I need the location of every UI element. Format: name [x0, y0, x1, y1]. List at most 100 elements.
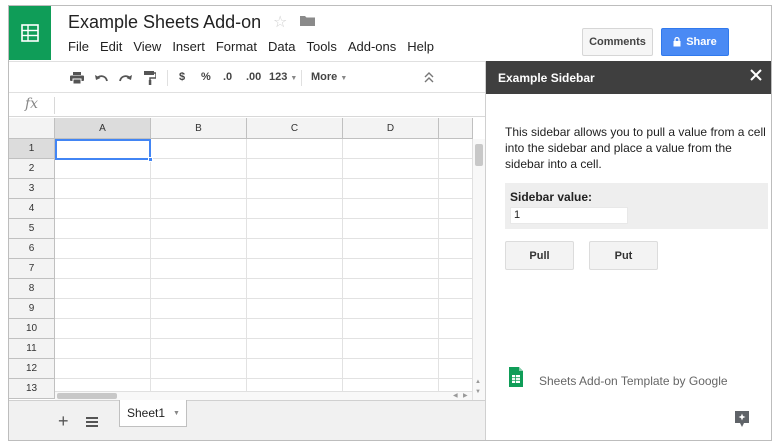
grid-cell[interactable]	[55, 319, 151, 339]
menu-data[interactable]: Data	[264, 39, 299, 54]
row-header[interactable]: 5	[9, 219, 55, 239]
column-header-e[interactable]	[439, 118, 473, 139]
grid-cell[interactable]	[343, 159, 439, 179]
vertical-scrollbar[interactable]: ▲ ▼	[472, 139, 485, 400]
grid-cell[interactable]	[55, 279, 151, 299]
percent-format-button[interactable]: %	[201, 70, 211, 84]
row-header[interactable]: 9	[9, 299, 55, 319]
grid-cell[interactable]	[343, 299, 439, 319]
all-sheets-list-icon[interactable]	[86, 417, 98, 427]
row-header[interactable]: 3	[9, 179, 55, 199]
share-button[interactable]: Share	[661, 28, 729, 56]
print-icon[interactable]	[70, 72, 84, 84]
grid-cell[interactable]	[247, 219, 343, 239]
row-header[interactable]: 6	[9, 239, 55, 259]
menu-format[interactable]: Format	[212, 39, 261, 54]
menu-edit[interactable]: Edit	[96, 39, 126, 54]
star-icon[interactable]: ☆	[273, 12, 287, 32]
more-dropdown[interactable]: More ▼	[311, 70, 347, 86]
grid-cell[interactable]	[247, 359, 343, 379]
row-header[interactable]: 2	[9, 159, 55, 179]
grid-cell[interactable]	[55, 179, 151, 199]
grid-cell[interactable]	[439, 199, 473, 219]
grid-cell[interactable]	[55, 359, 151, 379]
grid-cell[interactable]	[55, 219, 151, 239]
menu-insert[interactable]: Insert	[168, 39, 209, 54]
grid-cell[interactable]	[343, 359, 439, 379]
grid-cell[interactable]	[343, 259, 439, 279]
grid-cell[interactable]	[439, 179, 473, 199]
formula-input[interactable]	[61, 97, 481, 114]
grid-cell[interactable]	[247, 179, 343, 199]
grid-cell[interactable]	[151, 179, 247, 199]
folder-icon[interactable]	[300, 15, 315, 26]
pull-button[interactable]: Pull	[505, 241, 574, 270]
grid-cell[interactable]	[439, 219, 473, 239]
grid-cell[interactable]	[151, 239, 247, 259]
grid-cell[interactable]	[55, 239, 151, 259]
grid-cell[interactable]	[247, 139, 343, 159]
menu-tools[interactable]: Tools	[302, 39, 340, 54]
document-title[interactable]: Example Sheets Add-on	[68, 12, 261, 33]
redo-icon[interactable]	[119, 73, 132, 82]
grid-cell[interactable]	[343, 239, 439, 259]
grid-cell[interactable]	[247, 339, 343, 359]
decrease-decimal-button[interactable]: .0	[223, 70, 232, 84]
menu-add-ons[interactable]: Add-ons	[344, 39, 400, 54]
grid-cell[interactable]	[151, 159, 247, 179]
grid-cell[interactable]	[247, 259, 343, 279]
column-header-c[interactable]: C	[247, 118, 343, 139]
grid-cell[interactable]	[151, 219, 247, 239]
sheets-logo[interactable]	[9, 6, 51, 60]
select-all-corner[interactable]	[9, 118, 55, 139]
sheet-tab-sheet1[interactable]: Sheet1 ▼	[119, 400, 187, 427]
currency-format-button[interactable]: $	[179, 70, 185, 84]
grid-cell[interactable]	[247, 199, 343, 219]
grid-cell[interactable]	[151, 139, 247, 159]
grid-cell[interactable]	[151, 199, 247, 219]
grid-cell[interactable]	[343, 319, 439, 339]
grid-cell[interactable]	[439, 299, 473, 319]
row-header[interactable]: 8	[9, 279, 55, 299]
row-header[interactable]: 11	[9, 339, 55, 359]
comments-button[interactable]: Comments	[582, 28, 653, 56]
grid-cell[interactable]	[439, 319, 473, 339]
grid-cell[interactable]	[343, 139, 439, 159]
scroll-right-arrow-icon[interactable]: ▶	[463, 392, 468, 399]
row-header[interactable]: 1	[9, 139, 55, 159]
explore-icon[interactable]	[733, 410, 751, 428]
number-format-dropdown[interactable]: 123 ▼	[269, 70, 297, 86]
grid-cell[interactable]	[55, 259, 151, 279]
vertical-scroll-thumb[interactable]	[475, 144, 483, 166]
grid-cell[interactable]	[343, 199, 439, 219]
grid-cell[interactable]	[151, 279, 247, 299]
grid-cell[interactable]	[247, 279, 343, 299]
grid-cell[interactable]	[343, 179, 439, 199]
grid-cell[interactable]	[247, 159, 343, 179]
fill-handle[interactable]	[148, 157, 153, 162]
add-sheet-icon[interactable]: +	[58, 411, 69, 432]
grid-cell[interactable]	[343, 339, 439, 359]
grid-cell[interactable]	[247, 299, 343, 319]
grid-cell[interactable]	[247, 239, 343, 259]
grid-cell[interactable]	[55, 339, 151, 359]
column-header-a[interactable]: A	[55, 118, 151, 139]
grid-cell[interactable]	[439, 159, 473, 179]
paint-format-icon[interactable]	[144, 71, 156, 85]
grid-cell[interactable]	[151, 299, 247, 319]
grid-cell[interactable]	[151, 319, 247, 339]
chevron-down-icon[interactable]: ▼	[173, 410, 180, 417]
grid-cell[interactable]	[343, 219, 439, 239]
grid-cell[interactable]	[439, 259, 473, 279]
grid-cell[interactable]	[247, 319, 343, 339]
horizontal-scroll-thumb[interactable]	[57, 393, 117, 399]
grid-cell[interactable]	[439, 279, 473, 299]
row-header[interactable]: 10	[9, 319, 55, 339]
row-header[interactable]: 7	[9, 259, 55, 279]
horizontal-scrollbar[interactable]: ◀ ▶	[55, 391, 472, 400]
row-header[interactable]: 12	[9, 359, 55, 379]
scroll-down-arrow-icon[interactable]: ▼	[475, 389, 481, 395]
row-header[interactable]: 4	[9, 199, 55, 219]
active-cell-a1[interactable]	[55, 139, 151, 160]
grid-cell[interactable]	[439, 339, 473, 359]
